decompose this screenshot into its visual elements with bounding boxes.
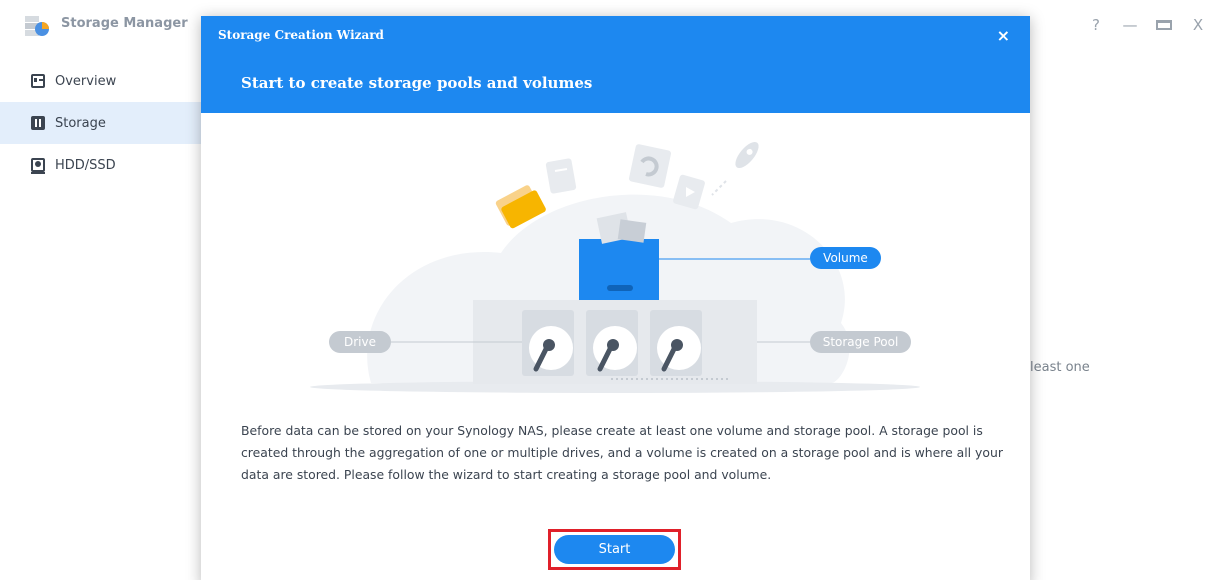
sidebar-item-label: Overview: [55, 73, 117, 89]
sync-doc-icon: [629, 144, 671, 188]
document-icon: [545, 158, 577, 194]
drive-label: Drive: [344, 335, 376, 349]
volume-handle: [607, 285, 633, 291]
wizard-title: Storage Creation Wizard: [218, 28, 384, 42]
sidebar-item-label: Storage: [55, 115, 106, 131]
hdd-icon: [31, 158, 45, 174]
wizard-description: Before data can be stored on your Synolo…: [241, 423, 1003, 482]
sidebar-item-hdd-ssd[interactable]: HDD/SSD: [0, 144, 205, 186]
storage-pool-label: Storage Pool: [823, 335, 899, 349]
sidebar: Overview Storage HDD/SSD: [0, 60, 205, 186]
minimize-icon[interactable]: —: [1122, 16, 1138, 34]
start-button[interactable]: Start: [554, 535, 675, 564]
sidebar-item-overview[interactable]: Overview: [0, 60, 205, 102]
app-title: Storage Manager: [61, 16, 188, 31]
storage-manager-app-icon: [25, 16, 49, 36]
drive-1: [522, 310, 574, 376]
maximize-icon[interactable]: [1156, 16, 1172, 34]
sidebar-item-storage[interactable]: Storage: [0, 102, 205, 144]
wizard-heading: Start to create storage pools and volume…: [241, 74, 593, 92]
sidebar-item-label: HDD/SSD: [55, 157, 116, 173]
overview-icon: [31, 74, 45, 88]
storage-manager-window: Storage Manager ? — X Overview Storage H…: [0, 0, 1220, 580]
rocket-icon: [735, 141, 759, 169]
wizard-header: Storage Creation Wizard × Start to creat…: [201, 16, 1030, 113]
close-window-icon[interactable]: X: [1190, 16, 1206, 34]
storage-illustration: Volume Drive Storage Pool: [310, 141, 920, 393]
storage-icon: [31, 116, 45, 130]
volume-label: Volume: [823, 251, 868, 265]
drive-2: [586, 310, 638, 376]
drive-3: [650, 310, 702, 376]
window-controls: ? — X: [1088, 16, 1206, 34]
background-text: least one: [1030, 360, 1090, 375]
storage-creation-wizard: Storage Creation Wizard × Start to creat…: [201, 16, 1030, 580]
help-icon[interactable]: ?: [1088, 16, 1104, 34]
close-icon[interactable]: ×: [997, 26, 1010, 45]
start-button-highlight: Start: [548, 529, 681, 570]
